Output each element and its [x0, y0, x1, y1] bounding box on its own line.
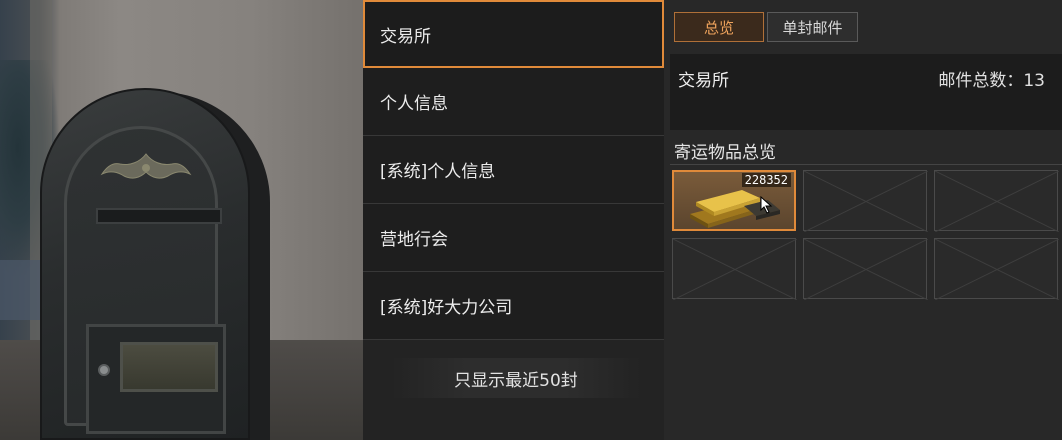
mail-list-item-label: 交易所 [380, 26, 431, 47]
item-slot-empty[interactable] [803, 170, 928, 232]
item-slot-empty[interactable] [803, 238, 928, 300]
empty-slot-cross-icon [804, 171, 928, 232]
empty-slot-cross-icon [673, 239, 797, 300]
section-divider [670, 164, 1062, 165]
mouse-cursor-icon [760, 196, 773, 214]
item-quantity: 228352 [741, 173, 791, 187]
item-slot[interactable]: 228352 [672, 170, 796, 231]
mail-detail-panel: 总览 单封邮件 交易所 邮件总数：13 寄运物品总览 228352 [664, 0, 1062, 440]
mail-list-item-label: [系统]个人信息 [380, 162, 496, 182]
mailbox-knob [98, 364, 110, 376]
tab-overview[interactable]: 总览 [674, 12, 764, 42]
mail-list-item-system-company[interactable]: [系统]好大力公司 [363, 272, 664, 340]
mail-total-count: 邮件总数：13 [938, 71, 1045, 91]
item-slot-empty[interactable] [934, 238, 1059, 300]
mail-limit-note: 只显示最近50封 [391, 358, 641, 398]
empty-slot-cross-icon [804, 239, 928, 300]
item-slot-empty[interactable] [672, 238, 797, 300]
tab-single-mail[interactable]: 单封邮件 [767, 12, 858, 42]
mail-sender-name: 交易所 [678, 71, 729, 91]
background-light [0, 260, 40, 320]
shipment-overview-title: 寄运物品总览 [674, 143, 776, 163]
mail-list-item-label: 营地行会 [380, 230, 448, 250]
empty-slot-cross-icon [935, 239, 1059, 300]
mailbox-ornament-icon [100, 153, 192, 179]
mailbox-slot [96, 208, 222, 224]
mailbox-illustration [36, 88, 270, 440]
item-slot-empty[interactable] [934, 170, 1059, 232]
mail-list-item-label: [系统]好大力公司 [380, 298, 513, 318]
mail-list-item-label: 个人信息 [380, 94, 448, 114]
mail-sender-list: 交易所 个人信息 [系统]个人信息 营地行会 [系统]好大力公司 只显示最近50… [363, 0, 664, 440]
mail-list-item-personal-info[interactable]: 个人信息 [363, 68, 664, 136]
mail-list-item-camp-guild[interactable]: 营地行会 [363, 204, 664, 272]
mail-list-item-system-personal-info[interactable]: [系统]个人信息 [363, 136, 664, 204]
empty-slot-cross-icon [935, 171, 1059, 232]
mailbox-nameplate [120, 342, 218, 392]
background-scene [0, 0, 363, 440]
mail-list-item-exchange[interactable]: 交易所 [363, 0, 664, 68]
